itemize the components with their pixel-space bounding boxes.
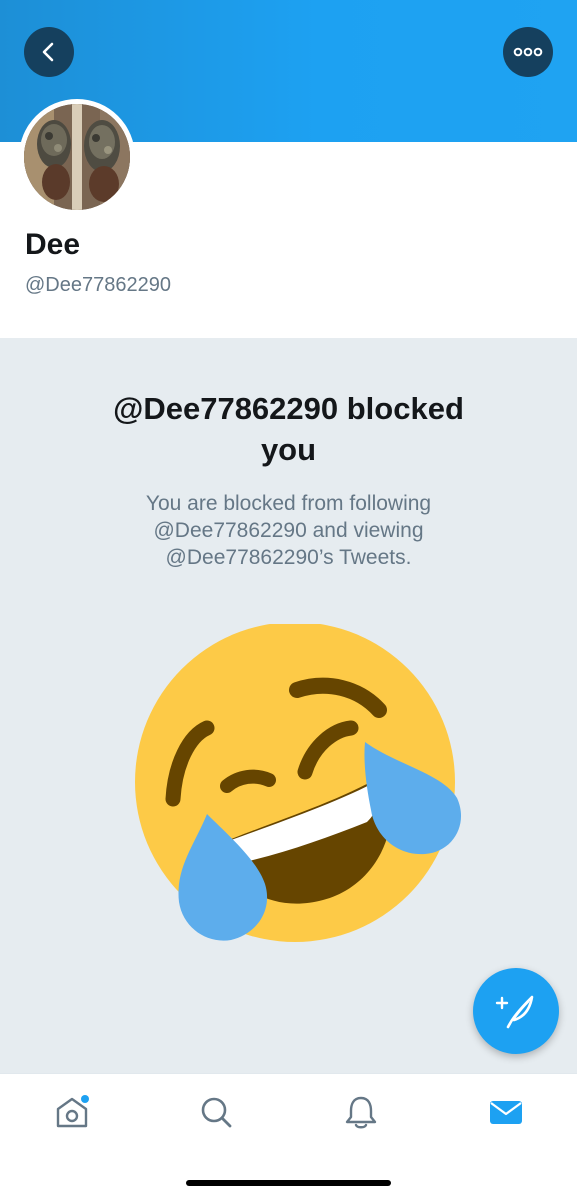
blocked-description-line: You are blocked from following [145, 492, 432, 515]
tears-of-joy-emoji [135, 624, 462, 942]
compose-tweet-icon [495, 995, 534, 1029]
home-icon [56, 1095, 89, 1128]
blocked-description: You are blocked from following @Dee77862… [60, 490, 517, 571]
search-icon [201, 1097, 232, 1128]
blocked-description-line: @Dee77862290 and viewing [153, 519, 424, 542]
tab-search[interactable] [196, 1092, 236, 1132]
profile-name: Dee [25, 228, 81, 261]
home-indicator [186, 1180, 391, 1186]
chevron-left-icon [42, 42, 54, 62]
profile-avatar[interactable] [19, 99, 135, 215]
bell-icon [345, 1096, 377, 1129]
avatar-photo [24, 104, 130, 210]
blocked-title-line: you [260, 432, 317, 467]
tab-home[interactable] [52, 1092, 92, 1132]
mail-icon [490, 1101, 522, 1124]
more-options-button[interactable] [503, 27, 553, 77]
more-horizontal-icon [513, 47, 543, 57]
blocked-title: @Dee77862290 blocked you [40, 388, 537, 470]
blocked-title-line: @Dee77862290 blocked [113, 391, 464, 426]
tab-notifications[interactable] [341, 1092, 381, 1132]
tab-messages[interactable] [486, 1092, 526, 1132]
blocked-description-line: @Dee77862290’s Tweets. [165, 546, 412, 569]
profile-handle: @Dee77862290 [25, 274, 171, 296]
notification-dot [81, 1095, 89, 1103]
compose-tweet-button[interactable] [473, 968, 559, 1054]
back-button[interactable] [24, 27, 74, 77]
